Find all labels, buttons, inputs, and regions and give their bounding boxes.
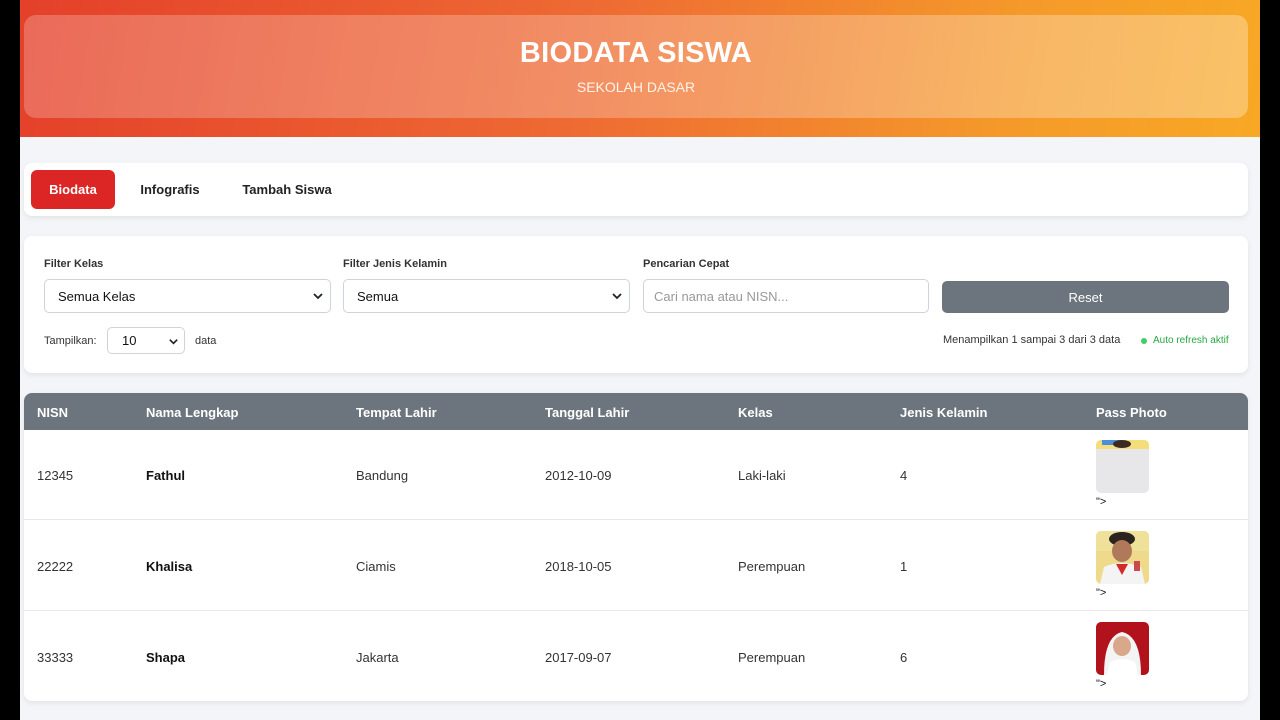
cell-kelas: Laki-laki — [738, 468, 786, 483]
header-card: BIODATA SISWA SEKOLAH DASAR — [24, 15, 1248, 118]
cell-kelas: Perempuan — [738, 559, 806, 574]
auto-refresh-label: Auto refresh aktif — [1153, 335, 1229, 346]
header-banner: BIODATA SISWA SEKOLAH DASAR — [20, 0, 1260, 137]
filter-kelas-label: Filter Kelas — [44, 258, 104, 270]
page-subtitle: SEKOLAH DASAR — [576, 79, 696, 95]
status-dot-icon — [1141, 337, 1147, 344]
column-header-nama[interactable]: Nama Lengkap — [146, 405, 238, 420]
photo-suffix-text: "> — [1096, 587, 1107, 599]
cell-tanggal-lahir: 2018-10-05 — [545, 559, 612, 574]
filter-panel: Filter Kelas Semua Kelas Filter Jenis Ke… — [24, 236, 1248, 373]
show-entries-suffix: data — [195, 335, 217, 347]
chevron-down-icon — [612, 293, 622, 300]
table-row[interactable]: 33333 Shapa Jakarta 2017-09-07 Perempuan… — [24, 612, 1248, 701]
cell-nisn: 33333 — [37, 650, 74, 665]
cell-jenis-kelamin: 1 — [900, 559, 908, 574]
nav-tabs: Biodata Infografis Tambah Siswa — [24, 163, 1248, 216]
filter-gender-value: Semua — [357, 288, 399, 304]
reset-button[interactable]: Reset — [942, 281, 1229, 313]
cell-tanggal-lahir: 2017-09-07 — [545, 650, 612, 665]
photo-suffix-text: "> — [1096, 496, 1107, 508]
search-label: Pencarian Cepat — [643, 258, 730, 270]
cell-tempat-lahir: Bandung — [356, 468, 409, 483]
student-photo[interactable] — [1096, 440, 1149, 493]
cell-nisn: 22222 — [37, 559, 74, 574]
cell-tanggal-lahir: 2012-10-09 — [545, 468, 612, 483]
search-placeholder: Cari nama atau NISN... — [654, 288, 789, 304]
filter-kelas-select[interactable]: Semua Kelas — [44, 279, 331, 313]
cell-nama: Fathul — [146, 468, 185, 483]
pagination-info: Menampilkan 1 sampai 3 dari 3 data — [943, 334, 1121, 346]
table-row[interactable]: 22222 Khalisa Ciamis 2018-10-05 Perempua… — [24, 521, 1248, 611]
show-entries-value: 10 — [122, 333, 137, 348]
chevron-down-icon — [169, 339, 178, 345]
student-photo[interactable] — [1096, 622, 1149, 675]
table-header: NISN Nama Lengkap Tempat Lahir Tanggal L… — [24, 393, 1248, 430]
column-header-jenis-kelamin[interactable]: Jenis Kelamin — [900, 405, 987, 420]
chevron-down-icon — [313, 293, 323, 300]
cell-jenis-kelamin: 6 — [900, 650, 908, 665]
photo-suffix-text: "> — [1096, 678, 1107, 690]
column-header-tempat-lahir[interactable]: Tempat Lahir — [356, 405, 437, 420]
auto-refresh-status: Auto refresh aktif — [1141, 335, 1229, 346]
table-row[interactable]: 12345 Fathul Bandung 2012-10-09 Laki-lak… — [24, 430, 1248, 520]
student-photo[interactable] — [1096, 531, 1149, 584]
page: BIODATA SISWA SEKOLAH DASAR Biodata Info… — [20, 0, 1260, 720]
tab-infografis[interactable]: Infografis — [127, 170, 213, 209]
column-header-kelas[interactable]: Kelas — [738, 405, 773, 420]
tab-tambah-siswa[interactable]: Tambah Siswa — [229, 170, 345, 209]
cell-nama: Shapa — [146, 650, 186, 665]
cell-kelas: Perempuan — [738, 650, 806, 665]
filter-kelas-value: Semua Kelas — [58, 288, 136, 304]
cell-nisn: 12345 — [37, 468, 74, 483]
cell-tempat-lahir: Ciamis — [356, 559, 396, 574]
tab-biodata[interactable]: Biodata — [31, 170, 115, 209]
show-entries-label: Tampilkan: — [44, 335, 97, 347]
column-header-nisn[interactable]: NISN — [37, 405, 68, 420]
student-table: NISN Nama Lengkap Tempat Lahir Tanggal L… — [24, 393, 1248, 701]
filter-gender-label: Filter Jenis Kelamin — [343, 258, 447, 270]
filter-gender-select[interactable]: Semua — [343, 279, 630, 313]
search-input[interactable]: Cari nama atau NISN... — [643, 279, 929, 313]
column-header-tanggal-lahir[interactable]: Tanggal Lahir — [545, 405, 629, 420]
column-header-pass-photo[interactable]: Pass Photo — [1096, 405, 1167, 420]
cell-tempat-lahir: Jakarta — [356, 650, 399, 665]
cell-jenis-kelamin: 4 — [900, 468, 908, 483]
page-title: BIODATA SISWA — [519, 37, 753, 69]
show-entries-select[interactable]: 10 — [107, 327, 185, 354]
cell-nama: Khalisa — [146, 559, 193, 574]
